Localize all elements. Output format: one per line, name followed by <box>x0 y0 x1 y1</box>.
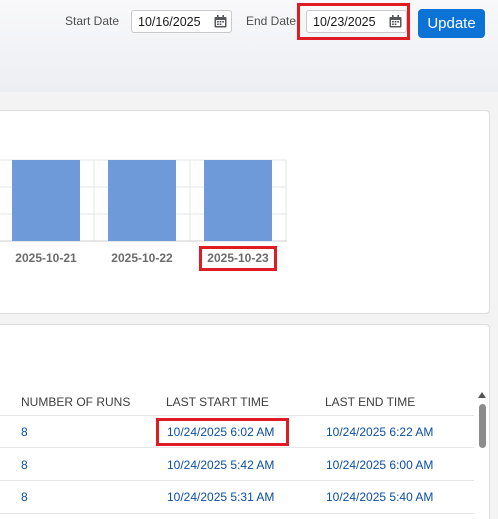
cell-runs[interactable]: 8 <box>21 490 28 504</box>
end-date-label: End Date <box>246 14 297 28</box>
scrollbar-thumb[interactable] <box>479 404 486 448</box>
cell-last-end[interactable]: 10/24/2025 6:22 AM <box>326 425 433 439</box>
cell-last-start[interactable]: 10/24/2025 5:31 AM <box>167 490 274 504</box>
start-date-value: 10/16/2025 <box>138 15 201 29</box>
column-header-runs[interactable]: NUMBER OF RUNS <box>21 395 130 409</box>
date-label-highlight-box <box>199 246 277 271</box>
x-tick-label: 2025-10-21 <box>15 251 77 265</box>
column-header-last-start[interactable]: LAST START TIME <box>166 395 269 409</box>
bar-2025-10-23[interactable] <box>204 160 272 241</box>
scroll-up-arrow-icon[interactable] <box>478 392 486 398</box>
column-header-last-end[interactable]: LAST END TIME <box>325 395 415 409</box>
start-date-input[interactable]: 10/16/2025 <box>131 10 232 33</box>
row-divider <box>0 447 474 448</box>
cell-runs[interactable]: 8 <box>21 425 28 439</box>
cell-last-end[interactable]: 10/24/2025 6:00 AM <box>326 458 433 472</box>
cell-last-end[interactable]: 10/24/2025 5:40 AM <box>326 490 433 504</box>
bar-2025-10-21[interactable] <box>12 160 80 241</box>
row-divider <box>0 480 474 481</box>
bar-chart: 2025-10-21 2025-10-22 2025-10-23 <box>0 159 287 265</box>
bar-2025-10-22[interactable] <box>108 160 176 241</box>
start-date-label: Start Date <box>65 14 120 28</box>
row-divider <box>0 513 474 514</box>
row-divider <box>0 415 474 416</box>
x-tick-label: 2025-10-22 <box>111 251 173 265</box>
cell-last-start[interactable]: 10/24/2025 5:42 AM <box>167 458 274 472</box>
cell-runs[interactable]: 8 <box>21 458 28 472</box>
end-date-highlight-box <box>297 3 410 40</box>
start-time-highlight-box <box>156 418 289 446</box>
chart-bars <box>12 160 272 241</box>
update-button[interactable]: Update <box>418 9 485 38</box>
calendar-icon[interactable] <box>214 15 227 28</box>
